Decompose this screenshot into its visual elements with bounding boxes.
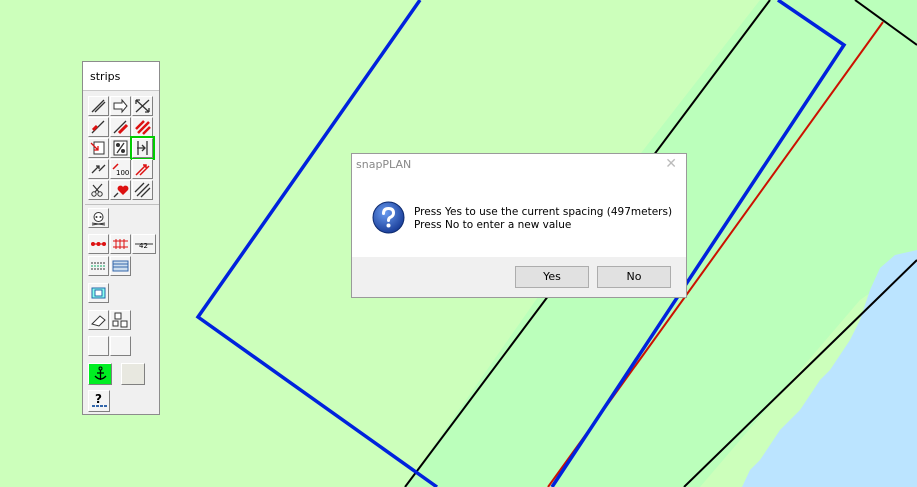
yes-button[interactable]: Yes [515, 266, 589, 288]
parallel-lines-tool[interactable] [110, 256, 131, 276]
eraser-icon [91, 315, 106, 327]
blank-tool-2[interactable] [110, 336, 131, 356]
red-points-tool[interactable] [88, 234, 109, 254]
question-mark-icon [372, 201, 405, 234]
blank-tool-1[interactable] [88, 336, 109, 356]
scissors-icon [91, 183, 103, 197]
anchor-tool[interactable] [88, 363, 112, 385]
skull-tool[interactable] [88, 208, 109, 228]
help-tool[interactable]: ? [88, 390, 110, 412]
draw-strip-tool[interactable] [88, 96, 109, 116]
percent-icon [113, 140, 128, 156]
multi-strip-tool[interactable] [132, 180, 153, 200]
red-grid-icon [113, 239, 128, 249]
red-multi-strip-tool[interactable] [132, 117, 153, 137]
arrow-between-lines-icon [137, 141, 148, 155]
grid-tool[interactable] [110, 234, 131, 254]
toolbox-separator [85, 204, 159, 205]
dashed-lines-tool[interactable] [88, 256, 109, 276]
expand-arrows-icon [135, 99, 150, 113]
count-strip-tool[interactable]: 100 [110, 159, 131, 179]
help-label: ? [95, 392, 102, 406]
strips-toolbox: strips 100 42 ? [82, 61, 160, 415]
percent-overlap-tool[interactable] [110, 138, 131, 158]
red-double-diagonal-icon [113, 120, 129, 135]
red-arrows-tool[interactable] [132, 159, 153, 179]
rotate-strip-tool[interactable] [88, 159, 109, 179]
ruler-label: 42 [139, 242, 148, 250]
blocks-icon [112, 312, 128, 328]
move-strip-tool[interactable] [110, 96, 131, 116]
frame-icon [91, 287, 106, 299]
hatch-lines-icon [134, 182, 151, 198]
cut-strip-tool[interactable] [88, 180, 109, 200]
dialog-footer: Yes No [352, 257, 686, 297]
counter-label: 100 [116, 169, 129, 177]
red-strip-tool[interactable] [88, 117, 109, 137]
blank-tool-3[interactable] [121, 363, 145, 385]
toolbox-title: strips [83, 62, 159, 91]
frame-tool[interactable] [88, 283, 109, 303]
frame-pointer-icon [90, 141, 105, 155]
spacing-dialog: snapPLAN ✕ Press Yes to use the current … [351, 153, 687, 298]
red-double-strip-tool[interactable] [110, 117, 131, 137]
message-line-1: Press Yes to use the current spacing (49… [414, 206, 673, 218]
red-hatch-icon [135, 120, 151, 135]
expand-strip-tool[interactable] [132, 96, 153, 116]
ruler-tool[interactable]: 42 [132, 234, 156, 254]
diagonal-strip-icon [91, 99, 106, 113]
dialog-title: snapPLAN [356, 158, 412, 171]
red-diagonal-icon [91, 120, 105, 134]
no-button[interactable]: No [597, 266, 671, 288]
counter-100-icon: 100 [112, 163, 129, 177]
message-line-2: Press No to enter a new value [414, 219, 572, 231]
arrow-right-icon [113, 98, 128, 114]
red-points-icon [91, 242, 106, 246]
parallel-lines-icon [112, 260, 129, 272]
dialog-titlebar[interactable]: snapPLAN ✕ [352, 154, 686, 176]
close-icon[interactable]: ✕ [665, 156, 677, 172]
red-arrows-icon [135, 164, 150, 176]
skull-icon [91, 212, 106, 226]
dashed-lines-icon [91, 262, 106, 270]
eraser-tool[interactable] [88, 310, 109, 330]
ruler-42-icon: 42 [135, 242, 153, 250]
select-strip-tool[interactable] [88, 138, 109, 158]
snap-spacing-tool[interactable] [130, 136, 155, 160]
blocks-tool[interactable] [110, 310, 131, 330]
anchor-icon [94, 366, 107, 380]
favorite-strip-tool[interactable] [110, 180, 131, 200]
heart-icon [113, 185, 129, 198]
dialog-message: Press Yes to use the current spacing (49… [414, 206, 672, 232]
question-icon: ? [92, 392, 107, 407]
angle-arrows-icon [91, 164, 106, 174]
